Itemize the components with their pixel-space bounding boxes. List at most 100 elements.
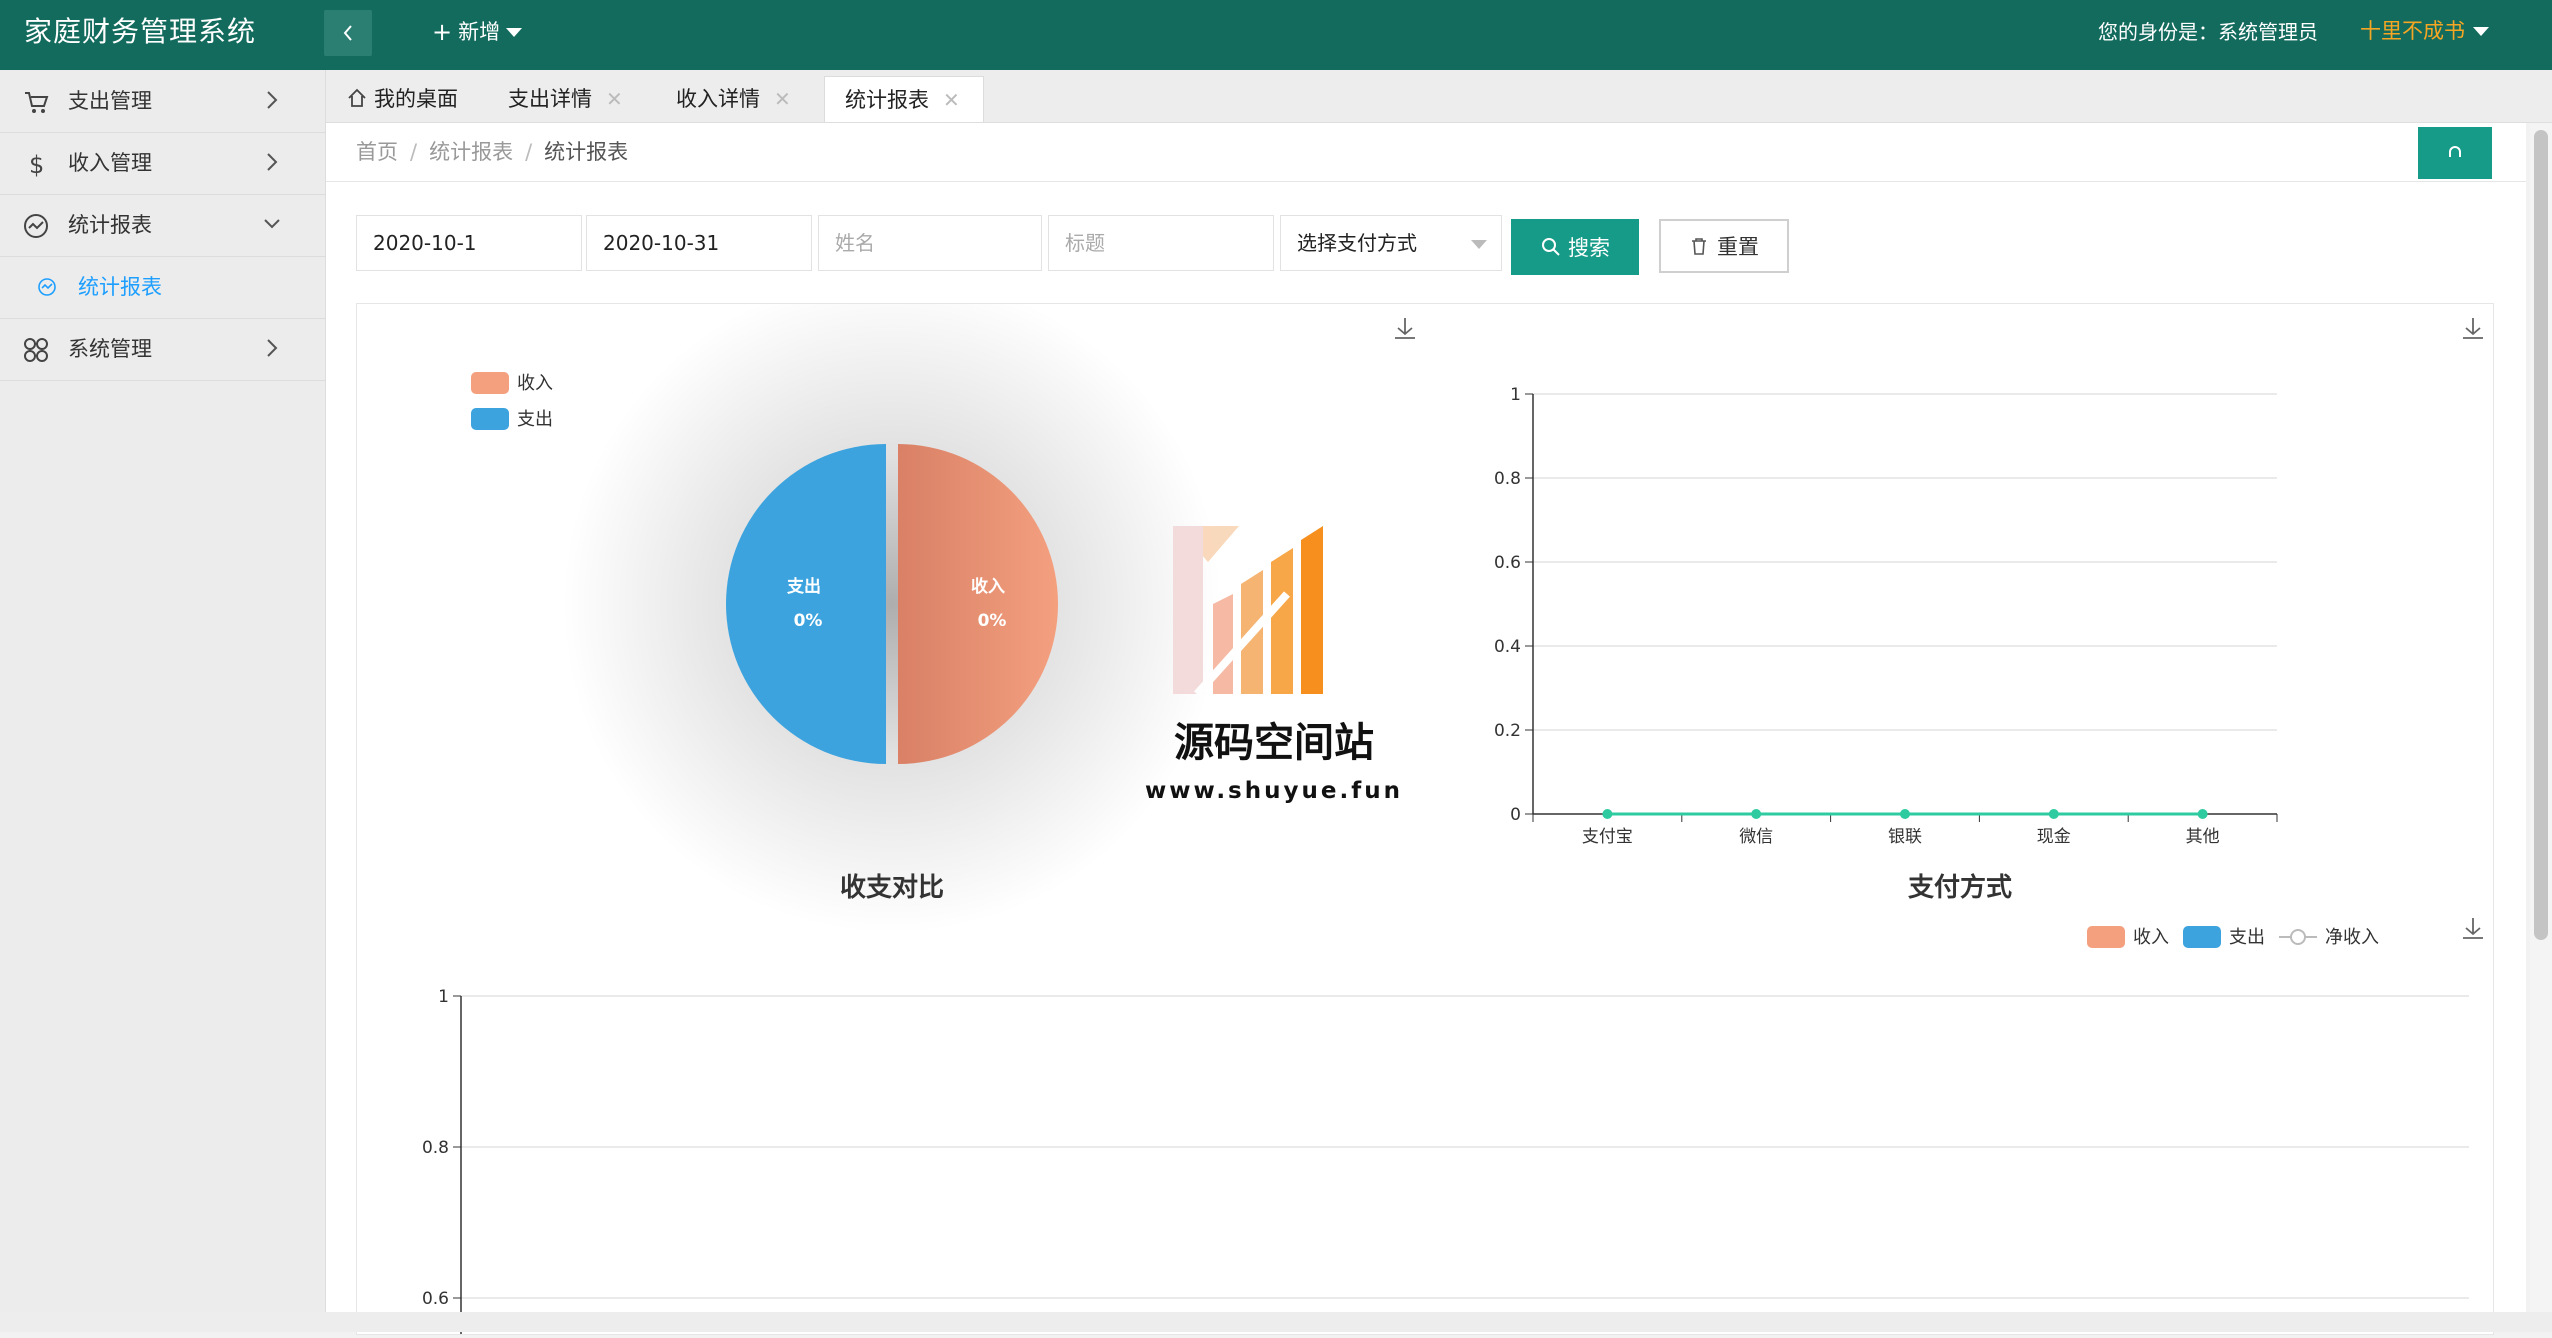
- sidebar-item-statistics[interactable]: 统计报表: [0, 194, 325, 257]
- line-point[interactable]: [2048, 809, 2059, 819]
- download-icon[interactable]: [1395, 318, 1415, 339]
- close-icon[interactable]: ✕: [606, 87, 623, 111]
- svg-text:$: $: [29, 151, 44, 178]
- y-tick-label: 0.6: [1494, 553, 1521, 573]
- payment-method-line-chart: 0 0.2 0.4 0.6 0.8 1 支付宝 微信 银联 现金 其他: [1494, 385, 2278, 847]
- search-button[interactable]: 搜索: [1511, 219, 1639, 275]
- y-tick-label: 0: [1510, 805, 1521, 825]
- charts-container: 收入 0% 支出 0% 收入 支出 收支对比 源码空间站 www.shuyue.…: [356, 274, 2494, 1335]
- plus-icon: +: [432, 18, 453, 46]
- pie-label-expense-percent: 0%: [794, 611, 823, 631]
- breadcrumb-home[interactable]: 首页: [356, 140, 398, 164]
- line-chart-title: 支付方式: [1908, 872, 2012, 903]
- start-date-input[interactable]: 2020-10-1: [356, 215, 582, 271]
- trash-icon: [1692, 238, 1706, 255]
- tab-label: 支出详情: [508, 87, 592, 111]
- chart-line-icon: [24, 214, 48, 238]
- end-date-input[interactable]: 2020-10-31: [586, 215, 812, 271]
- pie-label-income-percent: 0%: [978, 611, 1007, 631]
- legend-net-income-label[interactable]: 净收入: [2325, 927, 2379, 948]
- caret-down-icon: [1471, 240, 1487, 249]
- chevron-down-icon: [264, 219, 280, 229]
- add-menu-label: 新增: [458, 20, 501, 44]
- breadcrumb-level1[interactable]: 统计报表: [429, 140, 513, 164]
- sidebar-subitem-label: 统计报表: [78, 275, 162, 299]
- y-tick-label: 0.4: [1494, 637, 1521, 657]
- line-point[interactable]: [2197, 809, 2208, 819]
- charts-canvas: 收入 0% 支出 0% 收入 支出 收支对比 源码空间站 www.shuyue.fun…: [422, 274, 2483, 1334]
- user-menu[interactable]: 十里不成书: [2360, 17, 2489, 45]
- legend-expense-swatch[interactable]: [471, 408, 509, 430]
- reset-button-label: 重置: [1717, 235, 1759, 259]
- close-icon[interactable]: ✕: [943, 88, 960, 112]
- divider: [326, 181, 2526, 182]
- payment-method-select[interactable]: 选择支付方式: [1280, 215, 1502, 271]
- sidebar-item-income[interactable]: $ 收入管理: [0, 132, 325, 195]
- sidebar-subitem-statistics[interactable]: 统计报表: [0, 256, 325, 319]
- legend-net-income-swatch[interactable]: [2279, 929, 2317, 945]
- grid-icon: [24, 338, 48, 362]
- breadcrumb-separator: /: [525, 140, 533, 164]
- home-icon: [348, 88, 366, 107]
- sidebar-item-expense[interactable]: 支出管理: [0, 70, 325, 133]
- tab-statistics[interactable]: 统计报表 ✕: [824, 76, 984, 122]
- sidebar: 支出管理 $ 收入管理 统计报表 统计报表 系统管理: [0, 70, 326, 1332]
- sidebar-item-label: 统计报表: [68, 213, 152, 237]
- legend-expense-label[interactable]: 支出: [517, 409, 553, 430]
- pie-shadow: [562, 274, 1222, 934]
- watermark-name: 源码空间站: [1174, 720, 1374, 766]
- line-point[interactable]: [1751, 809, 1762, 819]
- tab-desktop[interactable]: 我的桌面: [346, 76, 496, 122]
- vertical-scrollbar-thumb[interactable]: [2534, 130, 2548, 940]
- y-tick-label: 0.6: [422, 1289, 449, 1309]
- y-tick-label: 0.2: [1494, 721, 1521, 741]
- legend-income-swatch[interactable]: [2087, 926, 2125, 948]
- y-tick-label: 1: [1510, 385, 1521, 405]
- pie-chart-title: 收支对比: [840, 873, 944, 903]
- add-menu[interactable]: + 新增: [432, 18, 523, 46]
- name-input[interactable]: 姓名: [818, 215, 1042, 271]
- sidebar-item-system[interactable]: 系统管理: [0, 318, 325, 381]
- breadcrumb-current: 统计报表: [544, 140, 629, 164]
- top-header: 家庭财务管理系统 + 新增 您的身份是：系统管理员 十里不成书: [0, 0, 2552, 70]
- x-tick-label: 支付宝: [1582, 827, 1633, 847]
- x-tick-label: 其他: [2186, 827, 2220, 847]
- tab-label: 我的桌面: [374, 87, 458, 111]
- income-expense-bar-chart: 1 0.8 0.6: [422, 987, 2469, 1334]
- reset-button[interactable]: 重置: [1659, 219, 1789, 273]
- tab-income-detail[interactable]: 收入详情 ✕: [676, 76, 826, 122]
- search-button-label: 搜索: [1568, 236, 1610, 260]
- download-icon[interactable]: [2463, 318, 2483, 339]
- horizontal-scrollbar[interactable]: [0, 1312, 2552, 1332]
- legend-expense-label[interactable]: 支出: [2229, 927, 2265, 948]
- pie-label-income-name: 收入: [971, 576, 1005, 597]
- tab-bar: 我的桌面 支出详情 ✕ 收入详情 ✕ 统计报表 ✕: [326, 70, 2552, 123]
- line-point[interactable]: [1602, 809, 1613, 819]
- app-title: 家庭财务管理系统: [24, 15, 257, 48]
- download-icon[interactable]: [2463, 918, 2483, 939]
- breadcrumb: 首页 / 统计报表 / 统计报表: [356, 137, 628, 167]
- line-point[interactable]: [1900, 809, 1910, 819]
- payment-method-select-value: 选择支付方式: [1297, 231, 1417, 255]
- legend-income-label[interactable]: 收入: [2133, 927, 2169, 948]
- sidebar-item-label: 支出管理: [68, 89, 152, 113]
- x-tick-label: 现金: [2037, 827, 2071, 847]
- tab-expense-detail[interactable]: 支出详情 ✕: [508, 76, 658, 122]
- legend-income-swatch[interactable]: [471, 372, 509, 394]
- search-icon: [1542, 238, 1560, 256]
- refresh-button[interactable]: [2418, 127, 2492, 179]
- user-name: 十里不成书: [2360, 19, 2465, 43]
- chevron-right-icon: [267, 153, 278, 171]
- watermark-logo: [1173, 526, 1323, 697]
- main-panel: 首页 / 统计报表 / 统计报表 2020-10-1 2020-10-31 姓名 标题 …: [326, 123, 2526, 1335]
- title-input[interactable]: 标题: [1048, 215, 1274, 271]
- chevron-right-icon: [267, 91, 278, 109]
- dollar-icon: $: [29, 151, 44, 178]
- x-tick-label: 银联: [1888, 827, 1922, 847]
- legend-income-label[interactable]: 收入: [517, 373, 553, 394]
- close-icon[interactable]: ✕: [774, 87, 791, 111]
- watermark-url: www.shuyue.fun: [1145, 778, 1403, 804]
- legend-expense-swatch[interactable]: [2183, 926, 2221, 948]
- x-tick-label: 微信: [1739, 827, 1773, 847]
- sidebar-collapse-button[interactable]: [324, 10, 372, 56]
